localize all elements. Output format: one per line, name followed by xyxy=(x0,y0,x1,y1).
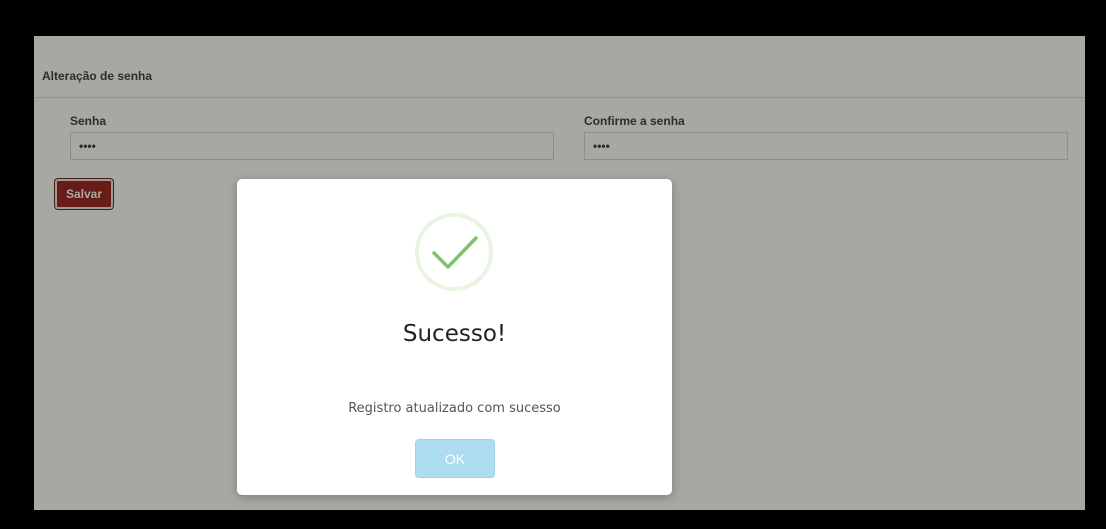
ok-button[interactable]: OK xyxy=(415,439,495,478)
success-dialog: Sucesso! Registro atualizado com sucesso… xyxy=(237,179,672,495)
dialog-title: Sucesso! xyxy=(402,321,507,347)
success-check-icon xyxy=(415,213,493,291)
app-viewport: Alteração de senha Senha Confirme a senh… xyxy=(34,36,1085,510)
dialog-message: Registro atualizado com sucesso xyxy=(348,401,561,416)
